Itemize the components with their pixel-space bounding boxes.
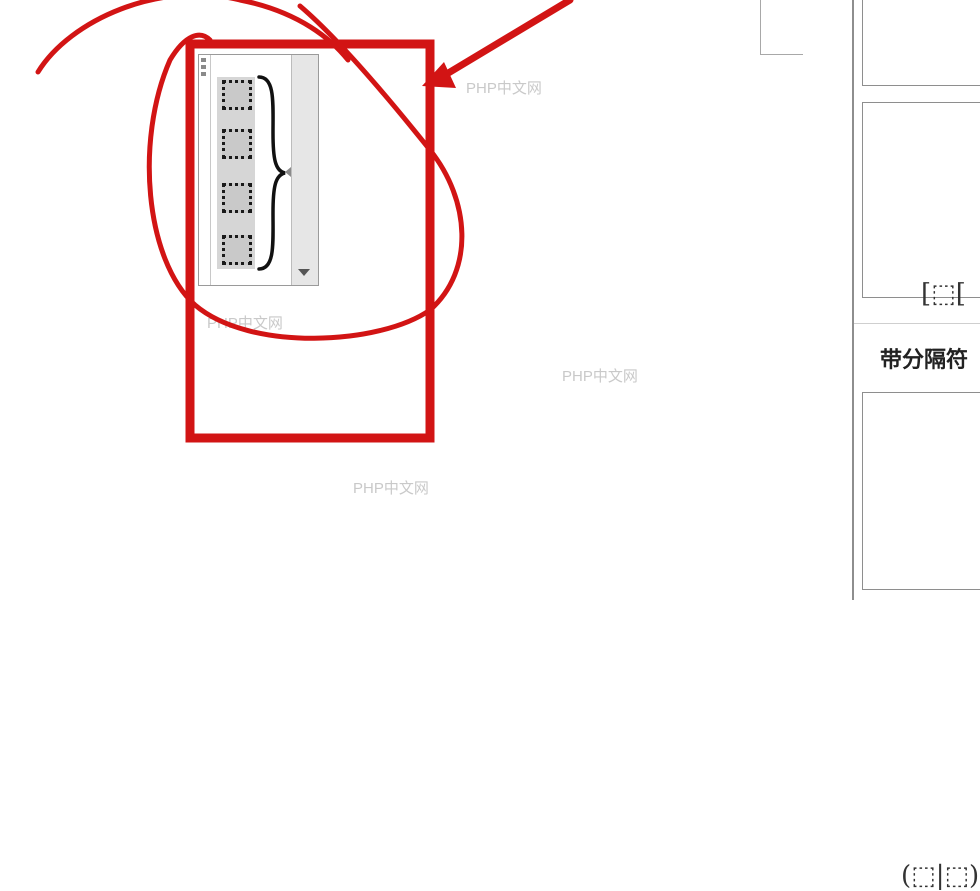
- section-divider: [854, 323, 980, 324]
- section-title: 带分隔符: [880, 348, 969, 373]
- dropdown-arrow-icon[interactable]: [298, 269, 310, 276]
- template-preview: [⬚[: [921, 279, 966, 309]
- placeholder-slot[interactable]: [222, 129, 252, 159]
- template-card[interactable]: [⬚[: [862, 102, 980, 309]
- equation-options-bar[interactable]: [285, 55, 318, 285]
- right-brace: [257, 75, 286, 271]
- equation-content[interactable]: [210, 55, 291, 285]
- document-canvas[interactable]: PHP中文网 PHP中文网 PHP中文网 PHP中文网: [0, 0, 852, 600]
- template-card[interactable]: (⬚|⬚): [862, 392, 980, 891]
- watermark-text: PHP中文网: [353, 480, 429, 497]
- watermark-text: PHP中文网: [466, 80, 542, 97]
- matrix-column: [217, 77, 255, 269]
- page-corner-mark: [760, 0, 803, 55]
- watermark-text: PHP中文网: [207, 315, 283, 332]
- equation-object[interactable]: [198, 54, 319, 286]
- watermark-text: PHP中文网: [562, 368, 638, 385]
- placeholder-slot[interactable]: [222, 235, 252, 265]
- move-handle-icon[interactable]: [199, 55, 209, 83]
- equation-gallery-panel: [⬚[ 带分隔符 (⬚|⬚): [852, 0, 980, 891]
- placeholder-slot[interactable]: [222, 80, 252, 110]
- arrow-left-icon: [285, 167, 291, 177]
- template-card[interactable]: [862, 0, 980, 86]
- placeholder-slot[interactable]: [222, 183, 252, 213]
- template-preview: (⬚|⬚): [901, 861, 980, 891]
